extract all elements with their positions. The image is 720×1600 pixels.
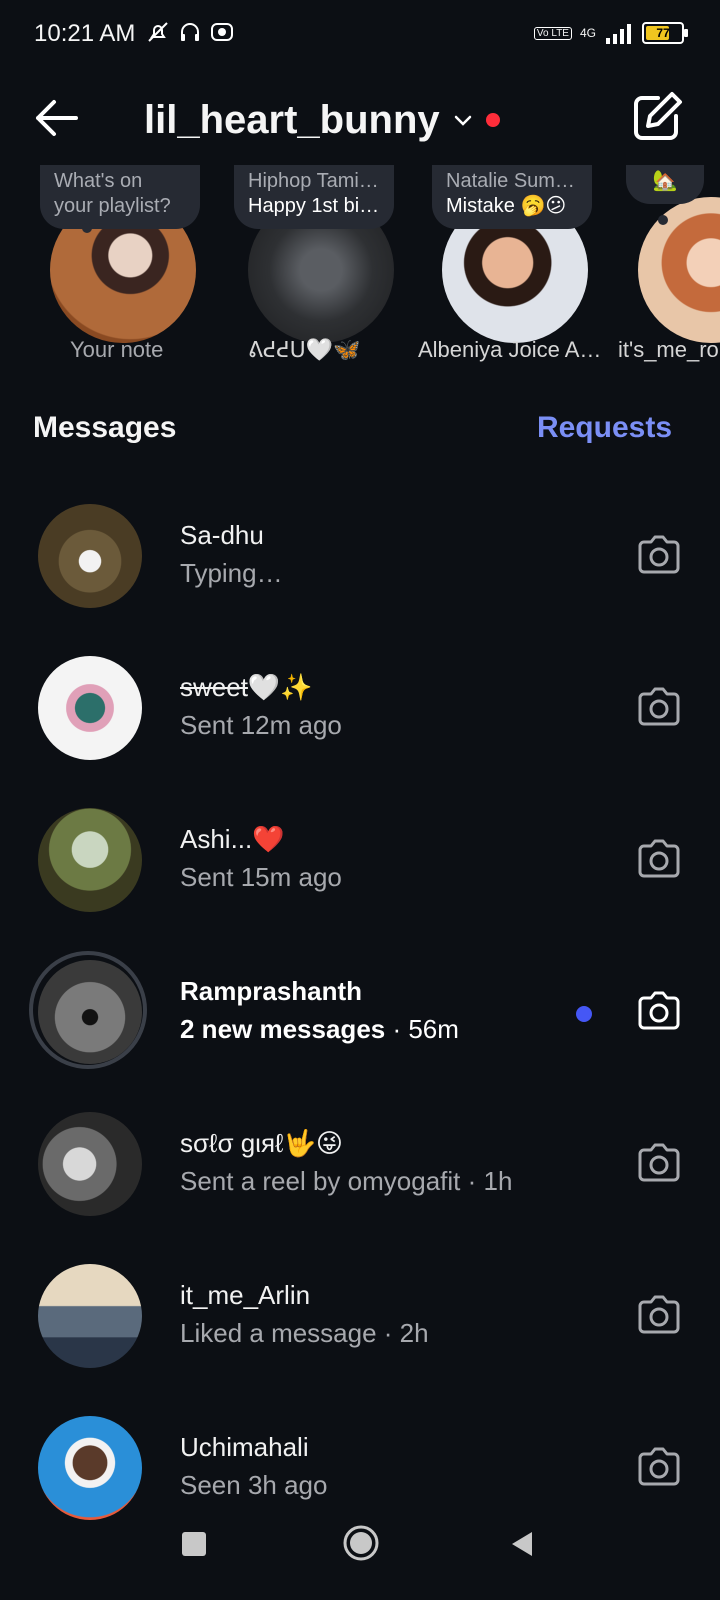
note-bubble-line1: What's on [54, 170, 143, 192]
status-right-icons: Vo LTE 4G 77 [533, 22, 688, 44]
status-time: 10:21 AM [34, 20, 136, 47]
note-name: Your note [70, 337, 164, 362]
battery-icon: 77 [642, 22, 688, 44]
messages-heading: Messages [33, 411, 177, 444]
avatar [38, 656, 142, 760]
note-bubble-line1: Hiphop Tami… [248, 170, 379, 192]
camera-icon[interactable] [634, 1290, 684, 1340]
thread-subtitle-bold: 2 new messages [180, 1014, 386, 1044]
thread-list: Sa-dhu Typing… sweet🤍✨ Sent 12m ago Ashi… [0, 482, 720, 1546]
camera-icon[interactable] [634, 986, 684, 1036]
note-bubble-tail [82, 223, 92, 233]
note-bubble-line2: Mistake 🥱😕 [446, 195, 567, 217]
avatar [38, 504, 142, 608]
home-circle-icon[interactable] [342, 1524, 380, 1562]
thread-name-suffix: 🤍✨ [247, 672, 313, 702]
cast-icon [211, 23, 233, 41]
back-arrow-icon[interactable] [28, 90, 84, 146]
thread-row[interactable]: sσℓσ gιяℓ🤟😜 Sent a reel by omyogafit · 1… [0, 1090, 720, 1242]
back-triangle-icon[interactable] [508, 1530, 536, 1558]
thread-name: sσℓσ gιяℓ🤟😜 [180, 1128, 343, 1158]
note-name: ᕕᕍᕍᑌ🤍🦋 [248, 337, 361, 362]
note-bubble: Natalie Sum… Mistake 🥱😕 [432, 165, 592, 229]
compose-icon[interactable] [628, 88, 686, 146]
thread-subtitle: Sent a reel by omyogafit · 1h [180, 1166, 513, 1196]
camera-icon[interactable] [634, 1138, 684, 1188]
thread-name: it_me_Arlin [180, 1280, 311, 1310]
note-bubble-line2: Happy 1st bi… [248, 195, 380, 217]
account-switcher[interactable]: lil_heart_bunny [144, 80, 500, 160]
note-bubble-tail [658, 215, 668, 225]
camera-icon[interactable] [634, 682, 684, 732]
network-type: 4G [579, 26, 596, 40]
thread-subtitle: Typing… [180, 558, 283, 588]
note-item[interactable]: What's on your playlist? Your note [40, 165, 210, 375]
thread-name: Uchimahali [180, 1432, 309, 1462]
camera-icon[interactable] [634, 834, 684, 884]
status-bar: 10:21 AM Vo LTE 4G 77 [0, 0, 720, 70]
note-bubble: 🏡 [626, 165, 704, 204]
thread-subtitle: Sent 15m ago [180, 862, 342, 892]
note-bubble-line2: your playlist? [54, 195, 171, 217]
thread-name-wrap: sweet🤍✨ [180, 672, 313, 703]
thread-name: Ashi...❤️ [180, 824, 285, 854]
notes-tray: What's on your playlist? Your note Hipho… [0, 165, 720, 375]
unread-dot [576, 1006, 592, 1022]
system-nav-bar [0, 1500, 720, 1600]
thread-subtitle-time: · 56m [385, 1014, 459, 1044]
avatar [38, 1112, 142, 1216]
thread-name: Ramprashanth [180, 976, 363, 1006]
mute-bell-icon [148, 22, 168, 42]
thread-subtitle: Seen 3h ago [180, 1470, 328, 1500]
thread-row[interactable]: sweet🤍✨ Sent 12m ago [0, 634, 720, 786]
recents-square-icon[interactable] [180, 1530, 208, 1558]
camera-icon[interactable] [634, 530, 684, 580]
thread-subtitle: 2 new messages · 56m [180, 1014, 459, 1045]
thread-name: sweet [180, 672, 248, 702]
thread-row[interactable]: Ramprashanth 2 new messages · 56m [0, 938, 720, 1090]
headset-icon [181, 23, 199, 41]
avatar [38, 1264, 142, 1368]
requests-link[interactable]: Requests [537, 411, 672, 445]
camera-icon[interactable] [634, 1442, 684, 1492]
signal-icon [606, 24, 631, 44]
thread-subtitle: Sent 12m ago [180, 710, 342, 740]
avatar [38, 808, 142, 912]
page-title: lil_heart_bunny [144, 97, 440, 142]
avatar [638, 197, 720, 343]
thread-row[interactable]: Ashi...❤️ Sent 15m ago [0, 786, 720, 938]
note-item[interactable]: Hiphop Tami… Happy 1st bi… ᕕᕍᕍᑌ🤍🦋 [234, 165, 404, 375]
note-item[interactable]: 🏡 it's_me_ro [618, 165, 720, 375]
note-bubble: What's on your playlist? [40, 165, 200, 229]
chevron-down-icon [454, 115, 471, 126]
thread-subtitle: Liked a message · 2h [180, 1318, 429, 1348]
note-name: Albeniya Joice A… [418, 337, 602, 362]
battery-level: 77 [656, 26, 670, 40]
activity-dot [485, 113, 500, 127]
avatar [38, 960, 142, 1064]
thread-row[interactable]: it_me_Arlin Liked a message · 2h [0, 1242, 720, 1394]
note-bubble-line1: 🏡 [652, 170, 678, 192]
status-left-icons [146, 20, 234, 44]
thread-name: Sa-dhu [180, 520, 264, 550]
note-bubble-line1: Natalie Sum… [446, 170, 575, 192]
note-name: it's_me_ro [618, 337, 719, 362]
volte-badge: Vo LTE [533, 26, 572, 40]
note-item[interactable]: Natalie Sum… Mistake 🥱😕 Albeniya Joice A… [418, 165, 602, 375]
top-app-bar: lil_heart_bunny [0, 80, 720, 160]
messages-section-header: Messages Requests [0, 405, 720, 455]
note-bubble: Hiphop Tami… Happy 1st bi… [234, 165, 394, 229]
thread-row[interactable]: Sa-dhu Typing… [0, 482, 720, 634]
